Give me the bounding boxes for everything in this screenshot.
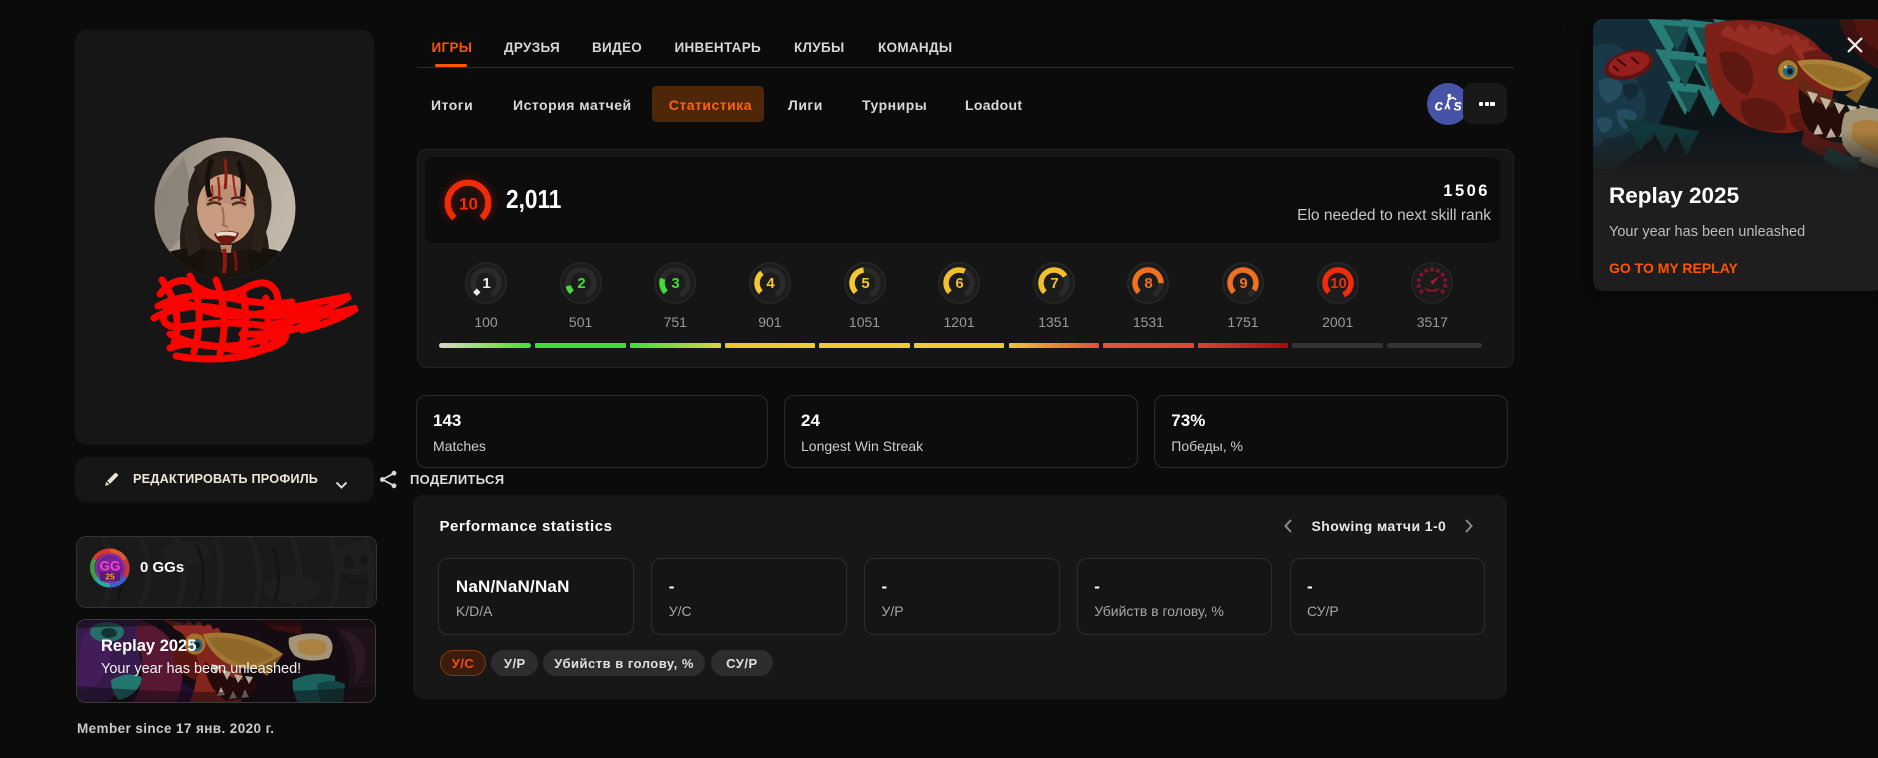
svg-text:7: 7 xyxy=(1050,275,1058,292)
svg-text:10: 10 xyxy=(459,195,478,214)
svg-text:s: s xyxy=(1454,98,1463,115)
svg-text:5: 5 xyxy=(861,275,869,292)
svg-text:1: 1 xyxy=(482,275,490,292)
svg-text:6: 6 xyxy=(955,275,963,292)
svg-text:10: 10 xyxy=(1330,275,1347,292)
svg-text:8: 8 xyxy=(1145,275,1153,292)
svg-text:c: c xyxy=(1435,98,1444,115)
svg-text:9: 9 xyxy=(1239,275,1247,292)
svg-text:2: 2 xyxy=(577,275,585,292)
svg-text:3: 3 xyxy=(672,275,680,292)
svg-text:25: 25 xyxy=(105,572,115,582)
svg-text:4: 4 xyxy=(766,275,775,292)
